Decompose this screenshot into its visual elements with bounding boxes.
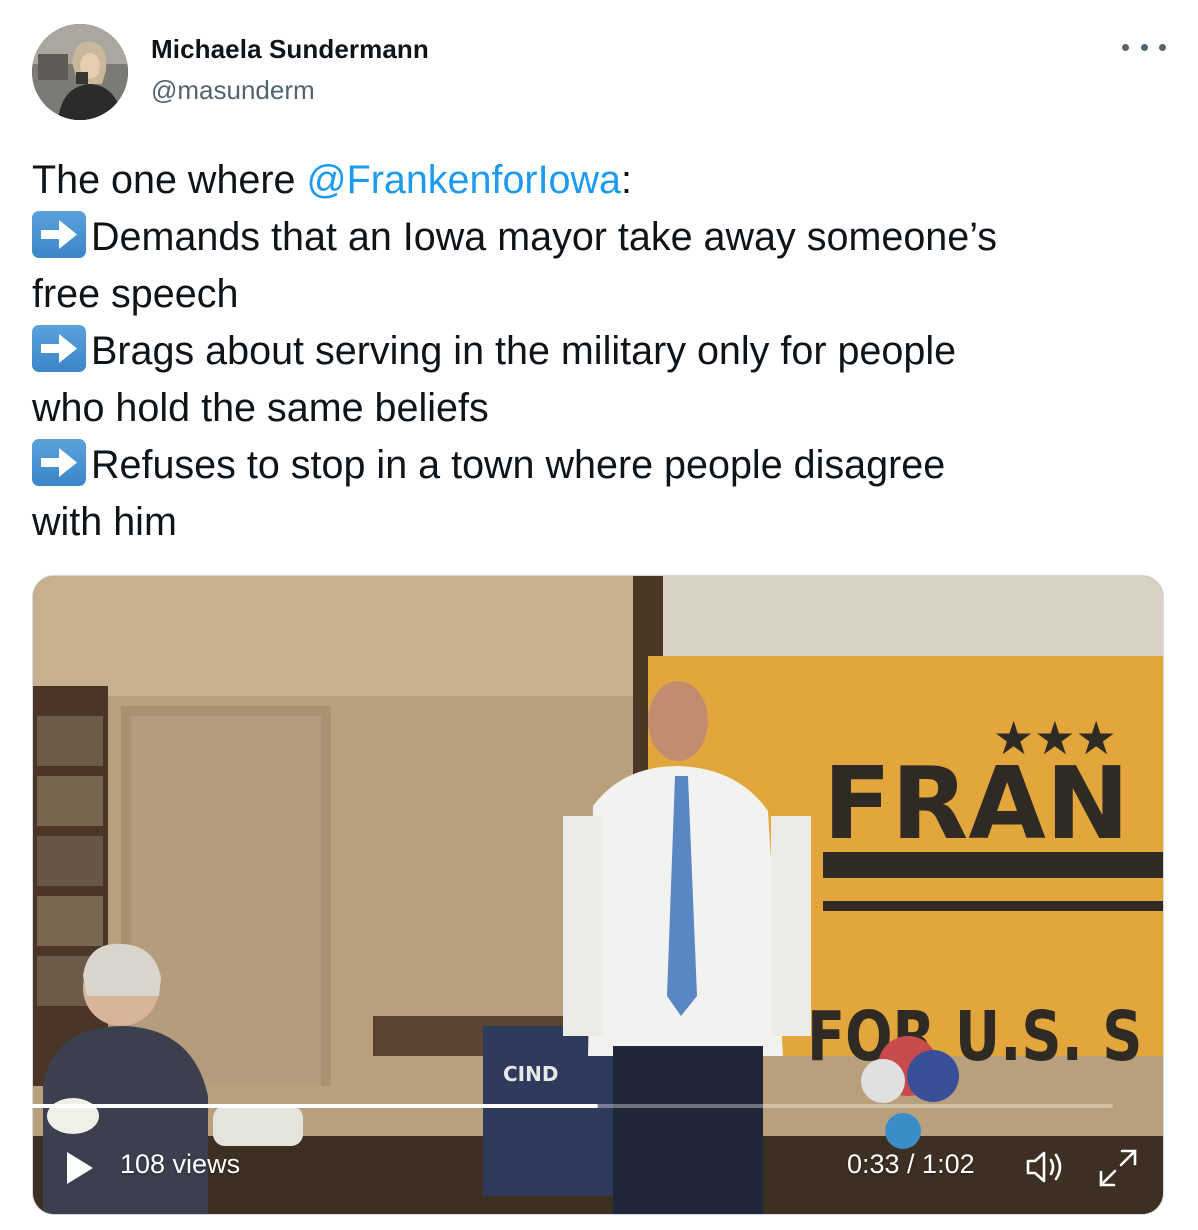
video-progress-fill (17, 1104, 598, 1108)
video-frame: ★★★ FRAN FOR U.S. S CIND (33, 576, 1163, 1214)
author-name[interactable]: Michaela Sundermann (151, 34, 429, 65)
bullet-3: Refuses to stop in a town where people d… (32, 437, 1172, 494)
more-dot (1140, 43, 1148, 51)
avatar[interactable] (32, 24, 128, 120)
bullet-2-cont: who hold the same beliefs (32, 386, 489, 430)
more-dot (1122, 43, 1129, 51)
author-handle[interactable]: @masunderm (151, 75, 315, 106)
banner-text: FRAN (823, 745, 1129, 862)
bullet-3-cont: with him (32, 500, 177, 544)
bullet-text: Refuses to stop in a town where people d… (91, 443, 946, 487)
mention-link[interactable]: @FrankenforIowa (306, 158, 621, 202)
video-player[interactable]: ★★★ FRAN FOR U.S. S CIND (32, 575, 1164, 1215)
tweet: Michaela Sundermann @masunderm The one w… (0, 0, 1198, 1230)
right-arrow-icon (32, 325, 86, 372)
video-time: 0:33 / 1:02 (847, 1149, 975, 1179)
bullet-1: Demands that an Iowa mayor take away som… (32, 209, 1172, 266)
avatar-photo (32, 24, 128, 120)
right-arrow-icon (32, 211, 86, 258)
video-progress-bar[interactable] (17, 1104, 1113, 1108)
more-options-icon[interactable] (1122, 32, 1166, 62)
bullet-2: Brags about serving in the military only… (32, 323, 1172, 380)
bullet-1-cont: free speech (32, 272, 239, 316)
tweet-intro: The one where @FrankenforIowa: (32, 152, 1172, 209)
bullet-text: Demands that an Iowa mayor take away som… (91, 215, 998, 259)
intro-colon: : (621, 158, 633, 202)
volume-icon[interactable] (1024, 1148, 1068, 1186)
banner-subtext: FOR U.S. S (807, 997, 1142, 1077)
right-arrow-icon (32, 439, 86, 486)
play-icon[interactable] (65, 1150, 95, 1186)
more-dot (1159, 43, 1166, 51)
bullet-text: Brags about serving in the military only… (91, 329, 957, 373)
tweet-text: The one where @FrankenforIowa: Demands t… (32, 152, 1172, 551)
sign-text: CIND (503, 1062, 558, 1086)
intro-text: The one where (32, 158, 307, 202)
fullscreen-icon[interactable] (1097, 1147, 1139, 1189)
view-count: 108 views (120, 1149, 241, 1179)
